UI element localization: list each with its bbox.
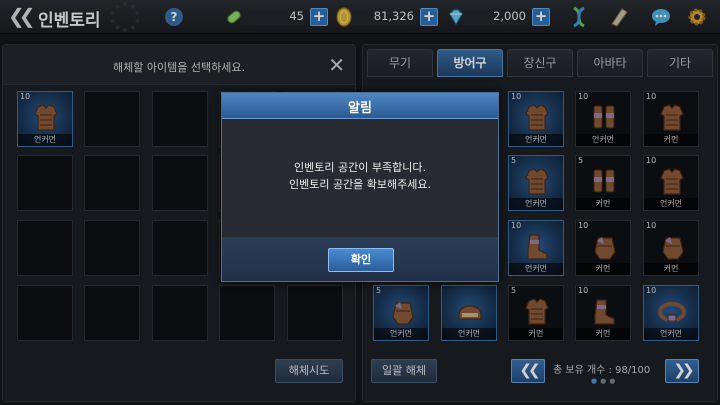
notice-dialog: 알림 인벤토리 공간이 부족합니다. 인벤토리 공간을 확보해주세요. 확인: [221, 92, 499, 282]
dialog-message-line2: 인벤토리 공간을 확보해주세요.: [288, 178, 432, 191]
dialog-message-line1: 인벤토리 공간이 부족합니다.: [294, 161, 426, 174]
dialog-message: 인벤토리 공간이 부족합니다. 인벤토리 공간을 확보해주세요.: [222, 159, 498, 193]
dialog-title: 알림: [348, 101, 372, 116]
dialog-header: 알림: [222, 93, 498, 119]
confirm-button[interactable]: 확인: [328, 248, 394, 272]
